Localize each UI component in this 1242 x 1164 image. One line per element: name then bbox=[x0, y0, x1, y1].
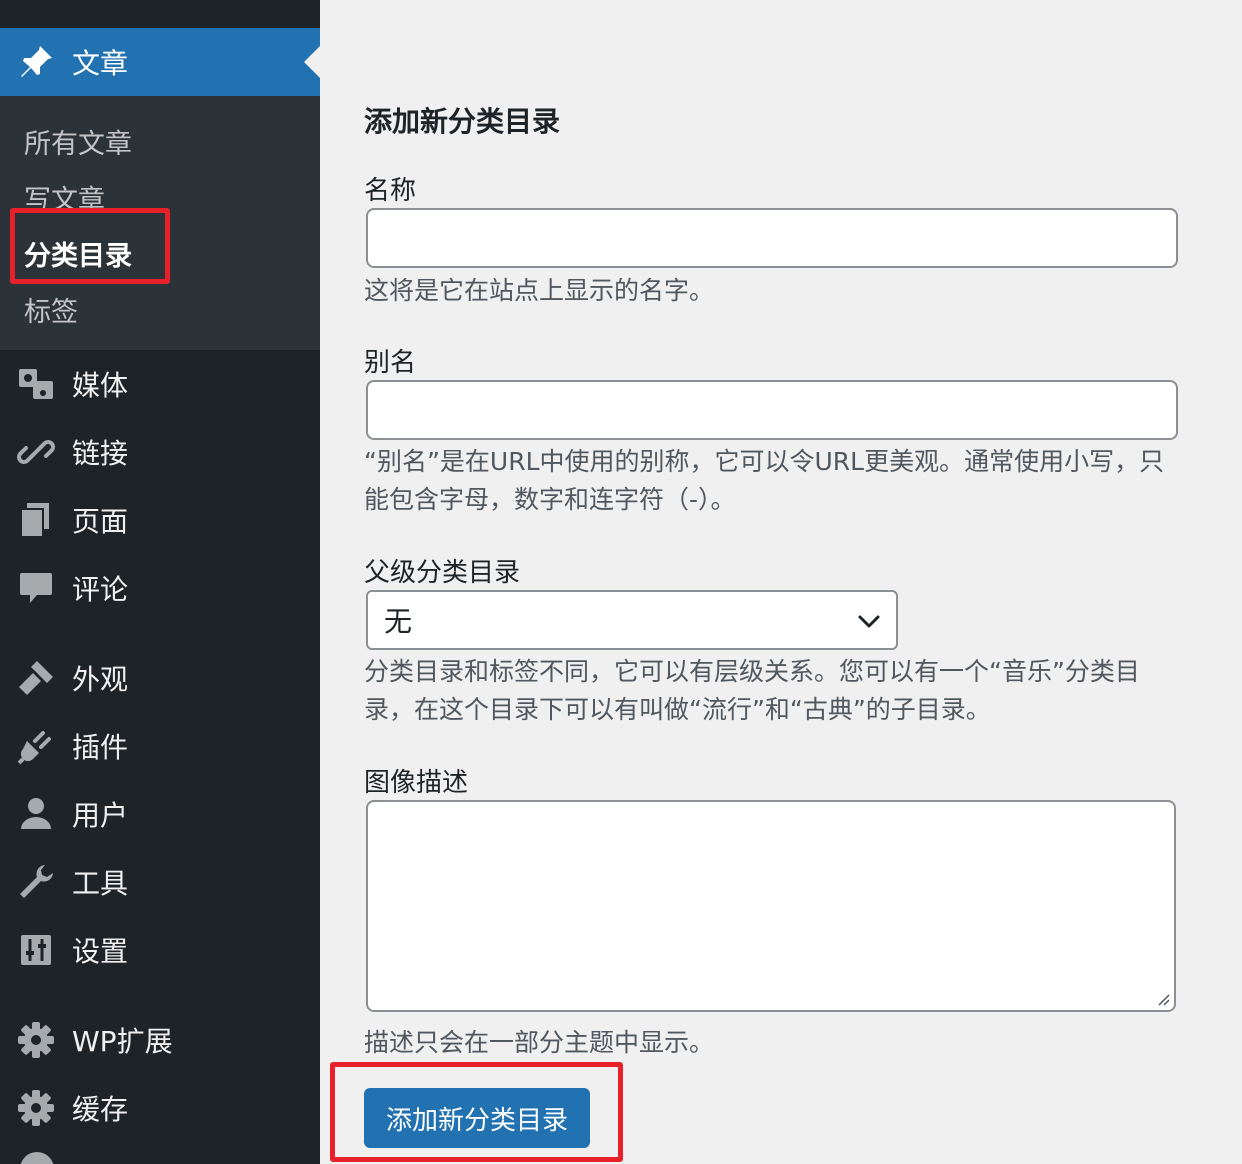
menu-links-label: 链接 bbox=[72, 437, 129, 470]
gear-icon bbox=[17, 1089, 55, 1127]
image-desc-textarea[interactable] bbox=[366, 800, 1176, 1012]
name-description: 这将是它在站点上显示的名字。 bbox=[364, 276, 715, 305]
slug-input[interactable] bbox=[366, 380, 1178, 440]
chevron-down-icon bbox=[856, 608, 882, 634]
highlight-box-categories bbox=[10, 208, 170, 284]
resize-handle-icon[interactable] bbox=[1154, 990, 1170, 1006]
menu-media-label: 媒体 bbox=[72, 369, 129, 402]
menu-wp-extension-label: WP扩展 bbox=[72, 1025, 173, 1058]
image-desc-label: 图像描述 bbox=[364, 768, 469, 798]
settings-icon bbox=[17, 931, 55, 969]
menu-posts-label: 文章 bbox=[72, 47, 129, 80]
menu-settings-label: 设置 bbox=[72, 935, 129, 968]
menu-plugins[interactable]: 插件 bbox=[0, 716, 320, 776]
submenu-tags[interactable]: 标签 bbox=[24, 290, 78, 329]
menu-settings[interactable]: 设置 bbox=[0, 920, 320, 980]
image-desc-help: 描述只会在一部分主题中显示。 bbox=[364, 1028, 715, 1057]
menu-tools[interactable]: 工具 bbox=[0, 852, 320, 912]
form-title: 添加新分类目录 bbox=[364, 105, 561, 138]
parent-select[interactable]: 无 bbox=[366, 590, 898, 650]
menu-wp-extension[interactable]: WP扩展 bbox=[0, 1010, 320, 1070]
menu-appearance-label: 外观 bbox=[72, 663, 129, 696]
gear-icon bbox=[17, 1021, 55, 1059]
wrench-icon bbox=[17, 863, 55, 901]
menu-pages-label: 页面 bbox=[72, 505, 129, 538]
plugin-icon bbox=[17, 727, 55, 765]
parent-select-value: 无 bbox=[384, 605, 413, 638]
parent-description: 分类目录和标签不同，它可以有层级关系。您可以有一个“音乐”分类目录，在这个目录下… bbox=[364, 657, 1140, 724]
slug-label: 别名 bbox=[364, 348, 417, 378]
menu-media[interactable]: 媒体 bbox=[0, 354, 320, 414]
main-content: 添加新分类目录 名称 这将是它在站点上显示的名字。 别名 “别名”是在URL中使… bbox=[320, 0, 1242, 1164]
menu-tools-label: 工具 bbox=[72, 867, 129, 900]
link-icon bbox=[17, 433, 55, 471]
name-input[interactable] bbox=[366, 208, 1178, 268]
parent-label: 父级分类目录 bbox=[364, 558, 521, 588]
media-icon bbox=[17, 365, 55, 403]
page-icon bbox=[17, 501, 55, 539]
appearance-icon bbox=[17, 659, 55, 697]
menu-links[interactable]: 链接 bbox=[0, 422, 320, 482]
pin-icon bbox=[17, 43, 55, 81]
user-icon bbox=[17, 795, 55, 833]
menu-cache[interactable]: 缓存 bbox=[0, 1078, 320, 1138]
menu-pages[interactable]: 页面 bbox=[0, 490, 320, 550]
slug-description: “别名”是在URL中使用的别称，它可以令URL更美观。通常使用小写，只能包含字母… bbox=[364, 447, 1165, 514]
menu-comments-label: 评论 bbox=[72, 573, 129, 606]
menu-plugins-label: 插件 bbox=[72, 731, 129, 764]
menu-comments[interactable]: 评论 bbox=[0, 558, 320, 618]
comment-icon bbox=[17, 569, 55, 607]
menu-appearance[interactable]: 外观 bbox=[0, 648, 320, 708]
menu-next-icon bbox=[20, 1152, 54, 1164]
highlight-box-submit bbox=[330, 1062, 623, 1162]
menu-users[interactable]: 用户 bbox=[0, 784, 320, 844]
menu-cache-label: 缓存 bbox=[72, 1093, 129, 1126]
name-label: 名称 bbox=[364, 176, 417, 206]
menu-posts[interactable]: 文章 bbox=[0, 28, 320, 96]
admin-sidebar: 文章 所有文章 写文章 分类目录 标签 媒体 链接 页面 评论 外观 插件 用户… bbox=[0, 0, 320, 1164]
submenu-all-posts[interactable]: 所有文章 bbox=[24, 122, 132, 161]
menu-users-label: 用户 bbox=[72, 799, 129, 832]
